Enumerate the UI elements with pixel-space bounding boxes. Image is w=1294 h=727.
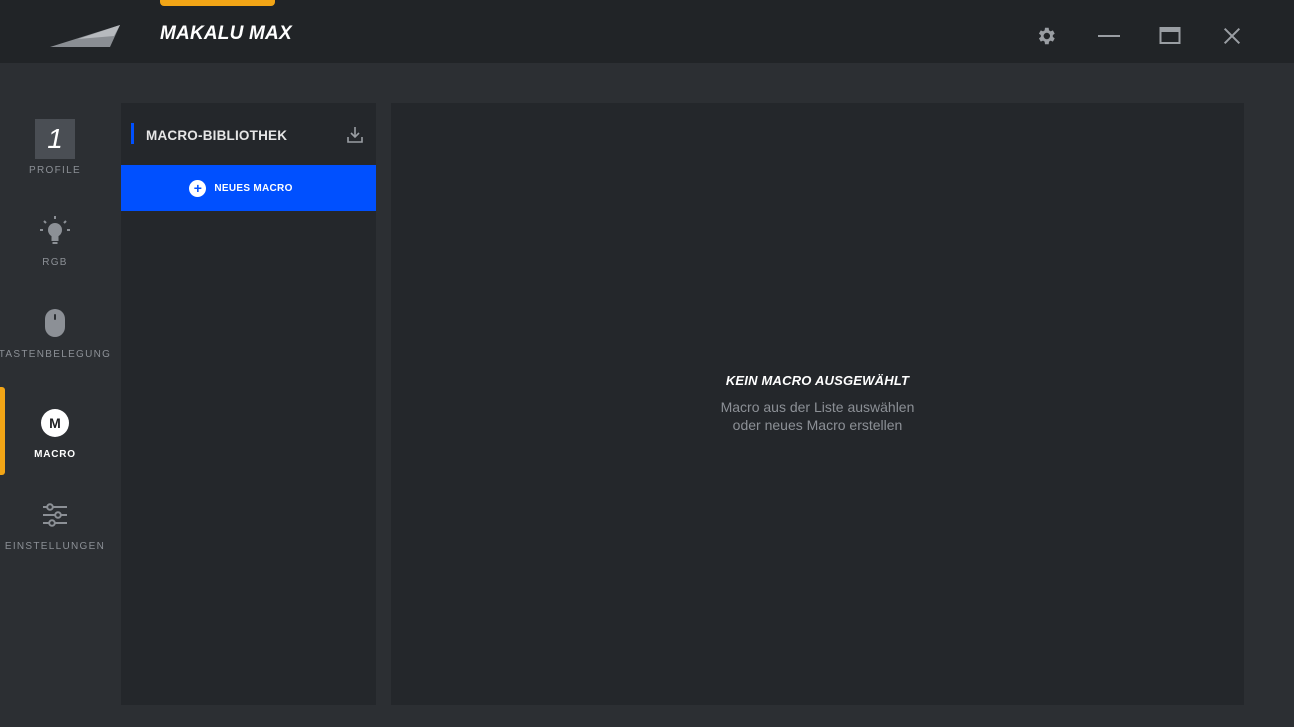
new-macro-label: NEUES MACRO — [214, 182, 293, 194]
gear-icon — [1038, 27, 1055, 45]
minimize-icon — [1098, 35, 1120, 37]
sidebar: 1 PROFILE RGB TASTENBELEGUNG M MACRO EIN… — [0, 63, 110, 727]
sidebar-item-label: PROFILE — [29, 165, 81, 176]
mouse-icon-wrap — [43, 303, 67, 343]
sidebar-item-rgb[interactable]: RGB — [0, 195, 110, 283]
macro-icon: M — [41, 409, 69, 437]
empty-state: KEIN MACRO AUSGEWÄHLT Macro aus der List… — [391, 373, 1244, 434]
library-marker — [131, 123, 134, 144]
settings-button[interactable] — [1032, 22, 1060, 50]
maximize-icon — [1159, 27, 1181, 44]
close-button[interactable] — [1218, 22, 1246, 50]
sidebar-item-label: MACRO — [34, 449, 76, 460]
import-macro-button[interactable] — [345, 125, 365, 145]
sidebar-item-macro[interactable]: M MACRO — [0, 387, 110, 475]
new-macro-button[interactable]: + NEUES MACRO — [121, 165, 376, 211]
maximize-button[interactable] — [1156, 22, 1184, 50]
title-bar: MAKALU MAX — [0, 0, 1294, 63]
app-title: MAKALU MAX — [160, 23, 292, 44]
mountain-logo-icon — [50, 25, 120, 47]
empty-state-hint-line-2: oder neues Macro erstellen — [732, 417, 903, 433]
profile-number: 1 — [35, 119, 75, 159]
profile-icon-wrap: 1 — [35, 119, 75, 159]
accent-tab — [160, 0, 275, 6]
rgb-icon-wrap — [38, 211, 72, 251]
import-icon — [347, 127, 363, 143]
sidebar-item-profile[interactable]: 1 PROFILE — [0, 103, 110, 191]
macro-editor-panel: KEIN MACRO AUSGEWÄHLT Macro aus der List… — [391, 103, 1244, 705]
macro-icon-wrap: M — [41, 403, 69, 443]
plus-icon: + — [189, 179, 207, 197]
sidebar-item-label: TASTENBELEGUNG — [0, 349, 112, 360]
macro-library-panel: MACRO-BIBLIOTHEK + NEUES MACRO — [121, 103, 376, 705]
sidebar-item-label: EINSTELLUNGEN — [4, 541, 106, 552]
settings-icon-wrap — [41, 495, 69, 535]
sidebar-item-tastenbelegung[interactable]: TASTENBELEGUNG — [0, 287, 110, 375]
library-title: MACRO-BIBLIOTHEK — [146, 128, 288, 143]
mouse-icon — [45, 309, 65, 337]
empty-state-title: KEIN MACRO AUSGEWÄHLT — [725, 373, 910, 388]
library-header: MACRO-BIBLIOTHEK — [121, 103, 376, 165]
empty-state-hint-line-1: Macro aus der Liste auswählen — [720, 399, 915, 415]
sidebar-item-label: RGB — [42, 257, 68, 268]
close-icon — [1223, 27, 1241, 45]
sliders-icon — [43, 503, 67, 527]
sidebar-item-einstellungen[interactable]: EINSTELLUNGEN — [0, 479, 110, 567]
minimize-button[interactable] — [1095, 22, 1123, 50]
lightbulb-icon — [40, 216, 70, 244]
